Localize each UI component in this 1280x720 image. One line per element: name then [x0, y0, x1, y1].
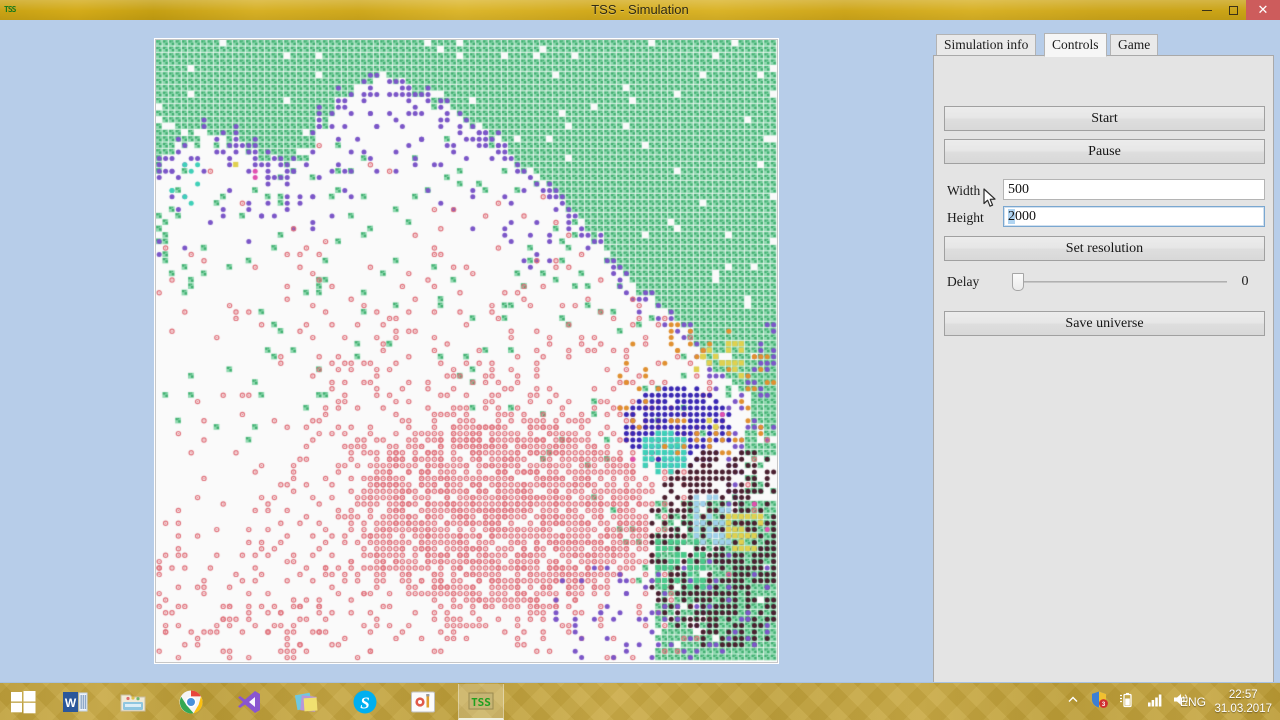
network-tray-icon[interactable]	[1146, 691, 1164, 714]
height-input-selected-text: 2	[1008, 209, 1015, 224]
tab-controls[interactable]: Controls	[1044, 33, 1107, 57]
close-button[interactable]: ✕	[1246, 0, 1280, 20]
paint-icon	[411, 691, 435, 713]
height-label: Height	[947, 210, 984, 225]
height-input-text: 000	[1015, 209, 1036, 224]
save-universe-button[interactable]: Save universe	[944, 311, 1265, 336]
clock-date: 31.03.2017	[1214, 703, 1272, 715]
chrome-icon	[179, 690, 203, 714]
word-icon: W	[63, 692, 88, 712]
svg-text:TSS: TSS	[471, 696, 491, 709]
security-shield-icon: 3	[1092, 691, 1108, 708]
delay-slider[interactable]	[1012, 273, 1227, 291]
tss-app-icon: TSS	[468, 692, 494, 710]
notes-icon	[294, 692, 318, 712]
svg-text:W: W	[65, 696, 77, 710]
chevron-up-icon	[1068, 696, 1078, 702]
window-title: TSS - Simulation	[591, 2, 689, 17]
windows-logo-icon	[11, 691, 36, 714]
taskbar: W S TSS 3 ENG 22:57 31.03.2017	[0, 682, 1280, 720]
taskbar-item-visual-studio[interactable]	[226, 684, 272, 720]
width-input[interactable]: 500	[1003, 179, 1265, 200]
battery-tray-icon[interactable]	[1118, 691, 1136, 714]
visual-studio-icon	[238, 691, 260, 713]
tab-label: Controls	[1052, 37, 1099, 52]
tab-simulation-info[interactable]: Simulation info	[936, 34, 1037, 56]
restore-icon	[1228, 6, 1238, 16]
skype-icon: S	[353, 690, 377, 714]
taskbar-item-tss-simulation[interactable]: TSS	[458, 684, 504, 720]
delay-value: 0	[1241, 274, 1249, 289]
taskbar-item-word[interactable]: W	[52, 684, 98, 720]
maximize-button[interactable]	[1220, 0, 1246, 20]
taskbar-item-chrome[interactable]	[168, 684, 214, 720]
minimize-icon	[1202, 10, 1212, 12]
language-indicator[interactable]: ENG	[1180, 695, 1206, 709]
network-signal-icon	[1148, 694, 1162, 707]
set-resolution-button[interactable]: Set resolution	[944, 236, 1265, 261]
controls-tab-panel: Start Pause Width 500 Height 2000 Set re…	[933, 55, 1274, 686]
show-hidden-icons-button[interactable]	[1066, 693, 1080, 712]
taskbar-item-skype[interactable]: S	[342, 684, 388, 720]
simulation-canvas-frame[interactable]	[155, 39, 778, 663]
start-button[interactable]	[0, 684, 46, 720]
control-panel: Simulation info Controls Game Start Paus…	[933, 33, 1274, 686]
tab-strip: Simulation info Controls Game	[936, 33, 1274, 57]
window-client-area: Simulation info Controls Game Start Paus…	[0, 20, 1280, 686]
taskbar-item-sticky-notes[interactable]	[284, 684, 330, 720]
taskbar-item-paint[interactable]	[400, 684, 446, 720]
width-label: Width	[947, 183, 981, 198]
tab-label: Simulation info	[944, 37, 1029, 52]
clock-time: 22:57	[1228, 689, 1258, 701]
battery-icon	[1120, 692, 1132, 708]
taskbar-item-file-explorer[interactable]	[110, 684, 156, 720]
delay-slider-track	[1012, 281, 1227, 283]
folder-icon	[120, 694, 146, 712]
start-button[interactable]: Start	[944, 106, 1265, 131]
tab-game[interactable]: Game	[1110, 34, 1159, 56]
pause-button[interactable]: Pause	[944, 139, 1265, 164]
close-icon: ✕	[1257, 2, 1269, 17]
tab-label: Game	[1118, 37, 1151, 52]
simulation-canvas[interactable]	[156, 40, 777, 662]
delay-slider-thumb[interactable]	[1012, 273, 1024, 291]
window-titlebar[interactable]: TSS TSS - Simulation ✕	[0, 0, 1280, 20]
clock[interactable]: 22:57 31.03.2017	[1214, 688, 1272, 716]
svg-text:S: S	[360, 694, 369, 713]
security-tray-icon[interactable]: 3	[1090, 691, 1108, 714]
minimize-button[interactable]	[1194, 0, 1220, 20]
height-input[interactable]: 2000	[1003, 206, 1265, 227]
delay-label: Delay	[947, 274, 980, 289]
